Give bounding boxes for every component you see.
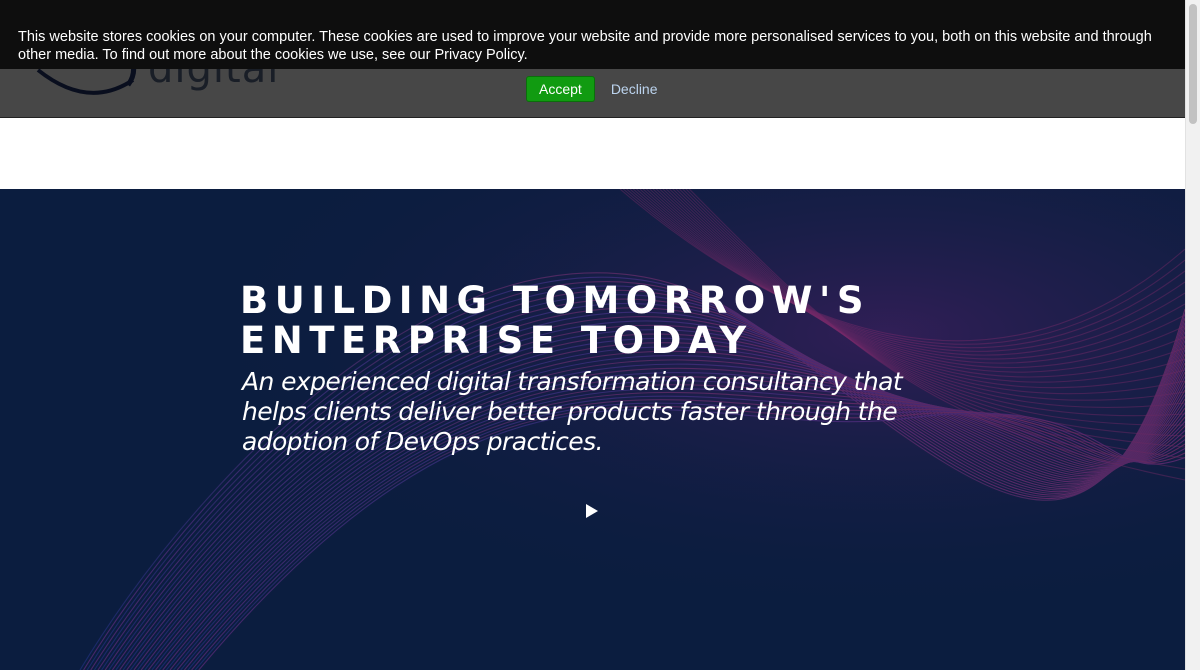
hero-title: BUILDING TOMORROW'S ENTERPRISE TODAY bbox=[240, 281, 960, 361]
page-scrollbar[interactable] bbox=[1185, 0, 1200, 670]
cookie-banner: This website stores cookies on your comp… bbox=[0, 0, 1185, 69]
cookie-message: This website stores cookies on your comp… bbox=[18, 29, 1152, 63]
hero-title-line-2: ENTERPRISE TODAY bbox=[240, 319, 753, 362]
decline-cookies-button[interactable]: Decline bbox=[611, 81, 658, 97]
accept-cookies-button[interactable]: Accept bbox=[526, 76, 595, 102]
hero-section: BUILDING TOMORROW'S ENTERPRISE TODAY An … bbox=[0, 189, 1185, 670]
hero-subtitle: An experienced digital transformation co… bbox=[242, 367, 903, 456]
play-video-button[interactable] bbox=[584, 503, 600, 519]
hero-title-line-1: BUILDING TOMORROW'S bbox=[240, 279, 870, 322]
cookie-actions: Accept Decline bbox=[526, 76, 658, 102]
play-icon bbox=[586, 504, 598, 518]
scrollbar-thumb[interactable] bbox=[1189, 4, 1197, 124]
page: digital This website stores cookies on y… bbox=[0, 0, 1200, 670]
